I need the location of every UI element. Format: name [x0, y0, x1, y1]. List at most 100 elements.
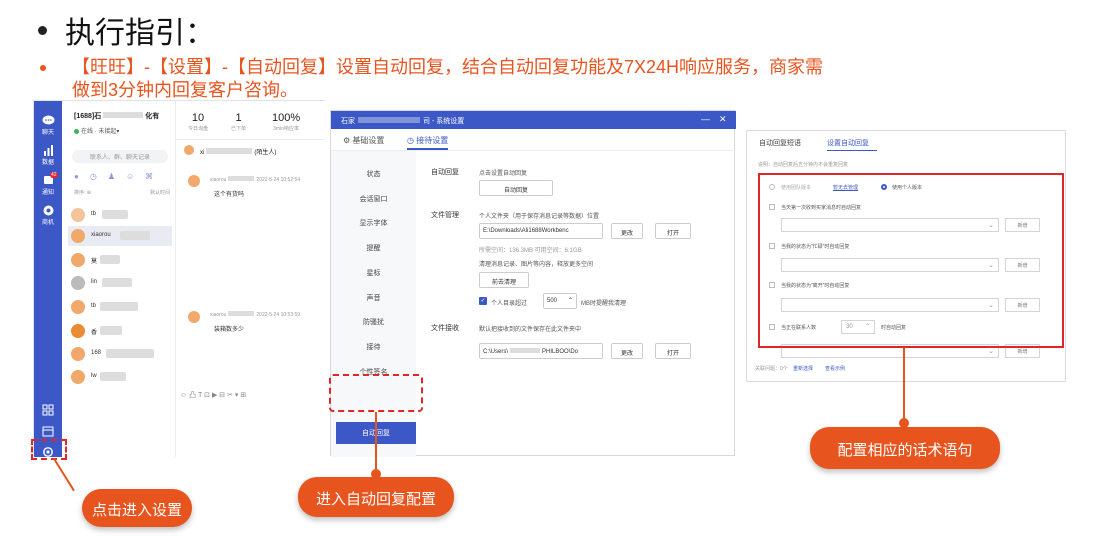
clean-button[interactable]: 前去清理 [479, 272, 529, 288]
slide-subtitle-text: 【旺旺】-【设置】-【自动回复】设置自动回复，结合自动回复功能及7X24H响应服… [72, 57, 824, 100]
window-titlebar: 石家司 - 系统设置 — ✕ [331, 111, 736, 129]
clean-hint: 清理消息记录、图片等内容，释放更多空间 [479, 262, 594, 268]
contact-item-selected[interactable]: xiaorou [68, 226, 172, 246]
connector-line [903, 348, 905, 422]
clock-filter-icon[interactable]: ◷ [90, 172, 97, 181]
sidebar-item-star[interactable]: 星标 [331, 268, 416, 278]
window-icon[interactable] [42, 426, 54, 437]
auto-reply-button[interactable]: 自动回复 [479, 180, 553, 196]
sidebar-item-reception[interactable]: 接待 [331, 342, 416, 352]
file-path-input[interactable]: E:\Downloads\Ali1688Workbenc [479, 223, 603, 239]
settings-tabs: ⚙ 基础设置 ◷ 接待设置 [331, 129, 736, 151]
file-recv-label: 文件接收 [431, 325, 459, 332]
contact-item[interactable]: lw [68, 367, 172, 387]
notify-badge: 42 [50, 172, 58, 178]
contact-item[interactable]: lin [68, 273, 172, 293]
sidebar-item-font[interactable]: 显示字体 [331, 218, 416, 228]
callout-config-phrases: 配置相应的话术语句 [810, 427, 1000, 469]
avatar [71, 276, 85, 290]
avatar [184, 145, 194, 155]
file-recv-hint: 默认把接收到的文件保存在此文件夹中 [479, 327, 582, 333]
left-rail: 聊天 数据 42 通知 商机 [34, 101, 62, 457]
sort-row: 排序: ⊕ 默认时间 [74, 190, 170, 196]
sidebar-item-status[interactable]: 状态 [331, 169, 416, 179]
tag-filter-icon[interactable]: ⌘ [145, 172, 153, 181]
tab-basic-settings[interactable]: ⚙ 基础设置 [343, 135, 384, 146]
dir-limit-label: 个人目录超过 [491, 301, 528, 307]
message-meta: xiaorou 2022-5-24 10:53:59 [210, 311, 301, 318]
tab-auto-reply-phrases[interactable]: 自动回复短语 [759, 138, 801, 148]
chat-pane: 10 今日询盘 1 已下单 100% 3min响应率 xi (陌生人) xiaorou 2… [176, 101, 326, 457]
stat-inquiries: 10 今日询盘 [188, 112, 209, 132]
callout-enter-auto-reply: 进入自动回复配置 [298, 477, 454, 517]
auto-reply-note: 说明：自动回复后五分钟内不会重复回复 [758, 162, 849, 168]
contact-item[interactable]: 168 [68, 344, 172, 364]
auto-reply-label: 自动回复 [431, 169, 459, 176]
file-mgmt-hint: 个人文件夹（用于保存消息记录等数据）位置 [479, 214, 600, 220]
window-title: 石家司 - 系统设置 [341, 117, 465, 125]
slide-subtitle: 【旺旺】-【设置】-【自动回复】设置自动回复，结合自动回复功能及7X24H响应服… [40, 56, 840, 102]
space-info: 所需空间：136.3MB 可用空间：6.1GB [479, 248, 582, 254]
auto-reply-highlight-box [329, 374, 423, 412]
contact-item[interactable]: 莫 [68, 250, 172, 270]
dir-limit-suffix: MB时提醒我清理 [581, 301, 627, 307]
rail-label: 通知 [41, 190, 54, 196]
account-status[interactable]: 在线 · 未接起▾ [74, 126, 119, 135]
bar-chart-icon [43, 145, 53, 156]
close-icon[interactable]: ✕ [719, 114, 727, 125]
dir-limit-checkbox[interactable]: ✓ [479, 297, 487, 305]
sidebar-item-chat-window[interactable]: 会话窗口 [331, 194, 416, 204]
avatar [188, 175, 200, 187]
contact-list-pane: [1688]石 化有 在线 · 未接起▾ 联系人、群、聊天记录 ● ◷ ♟ ☺ ⌘… [62, 101, 176, 457]
search-input[interactable]: 联系人、群、聊天记录 [72, 150, 168, 163]
sidebar-item-reminder[interactable]: 提醒 [331, 243, 416, 253]
stat-response-rate: 100% 3min响应率 [272, 112, 301, 132]
apps-grid-icon[interactable] [42, 404, 54, 416]
change-button[interactable]: 更改 [611, 343, 643, 359]
avatar [71, 370, 85, 384]
tab-setup-auto-reply[interactable]: 设置自动回复 [827, 138, 869, 148]
change-button[interactable]: 更改 [611, 223, 643, 239]
footer-count: 关联问题：0个 [755, 366, 788, 372]
sidebar-item-sound[interactable]: 声音 [331, 293, 416, 303]
rail-item-data[interactable]: 数据 [34, 145, 62, 166]
group-filter-icon[interactable]: ☺ [126, 172, 134, 181]
gear-highlight-box [31, 439, 67, 460]
view-example-link[interactable]: 查看示例 [825, 365, 845, 372]
contact-item[interactable]: 香 [68, 321, 172, 341]
rail-item-notify[interactable]: 42 通知 [34, 172, 62, 196]
file-mgmt-label: 文件管理 [431, 212, 459, 219]
rail-label: 商机 [41, 220, 54, 226]
avatar [188, 311, 200, 323]
avatar [71, 208, 85, 222]
chat-filter-icon[interactable]: ● [74, 172, 79, 181]
avatar [71, 347, 85, 361]
rail-label: 聊天 [41, 130, 54, 136]
contact-item[interactable]: tb [68, 205, 172, 225]
person-filter-icon[interactable]: ♟ [108, 172, 115, 181]
chat-icon [42, 115, 54, 125]
reselect-link[interactable]: 重新选择 [793, 365, 813, 372]
open-button[interactable]: 打开 [655, 223, 691, 239]
store-icon [43, 205, 53, 216]
recv-path-input[interactable]: C:\Users\ PHILBOO\Do [479, 343, 603, 359]
open-button[interactable]: 打开 [655, 343, 691, 359]
connector-line [53, 457, 75, 492]
message-text: 装箱数多少 [214, 327, 245, 333]
avatar [71, 300, 85, 314]
contact-item[interactable]: tb [68, 297, 172, 317]
minimize-icon[interactable]: — [701, 114, 710, 124]
dir-limit-input[interactable]: 500 ⌃ [543, 293, 577, 309]
account-name: [1688]石 化有 [74, 112, 160, 120]
rail-item-chat[interactable]: 聊天 [34, 115, 62, 136]
sidebar-item-anti-harass[interactable]: 防骚扰 [331, 317, 416, 327]
chat-toolbar[interactable]: ☺ 凸 T ⊡ ▶ ⊟ ✂ ▾ ⊞ [176, 390, 318, 400]
message-text: 这个有货吗 [214, 192, 245, 198]
rail-label: 数据 [41, 160, 54, 166]
tab-service-settings[interactable]: ◷ 接待设置 [407, 135, 449, 150]
stat-orders: 1 已下单 [231, 112, 247, 132]
slide-title: 执行指引： [38, 8, 215, 52]
rail-item-opportunity[interactable]: 商机 [34, 205, 62, 226]
contact-filter-tabs: ● ◷ ♟ ☺ ⌘ [74, 172, 153, 181]
avatar [71, 324, 85, 338]
